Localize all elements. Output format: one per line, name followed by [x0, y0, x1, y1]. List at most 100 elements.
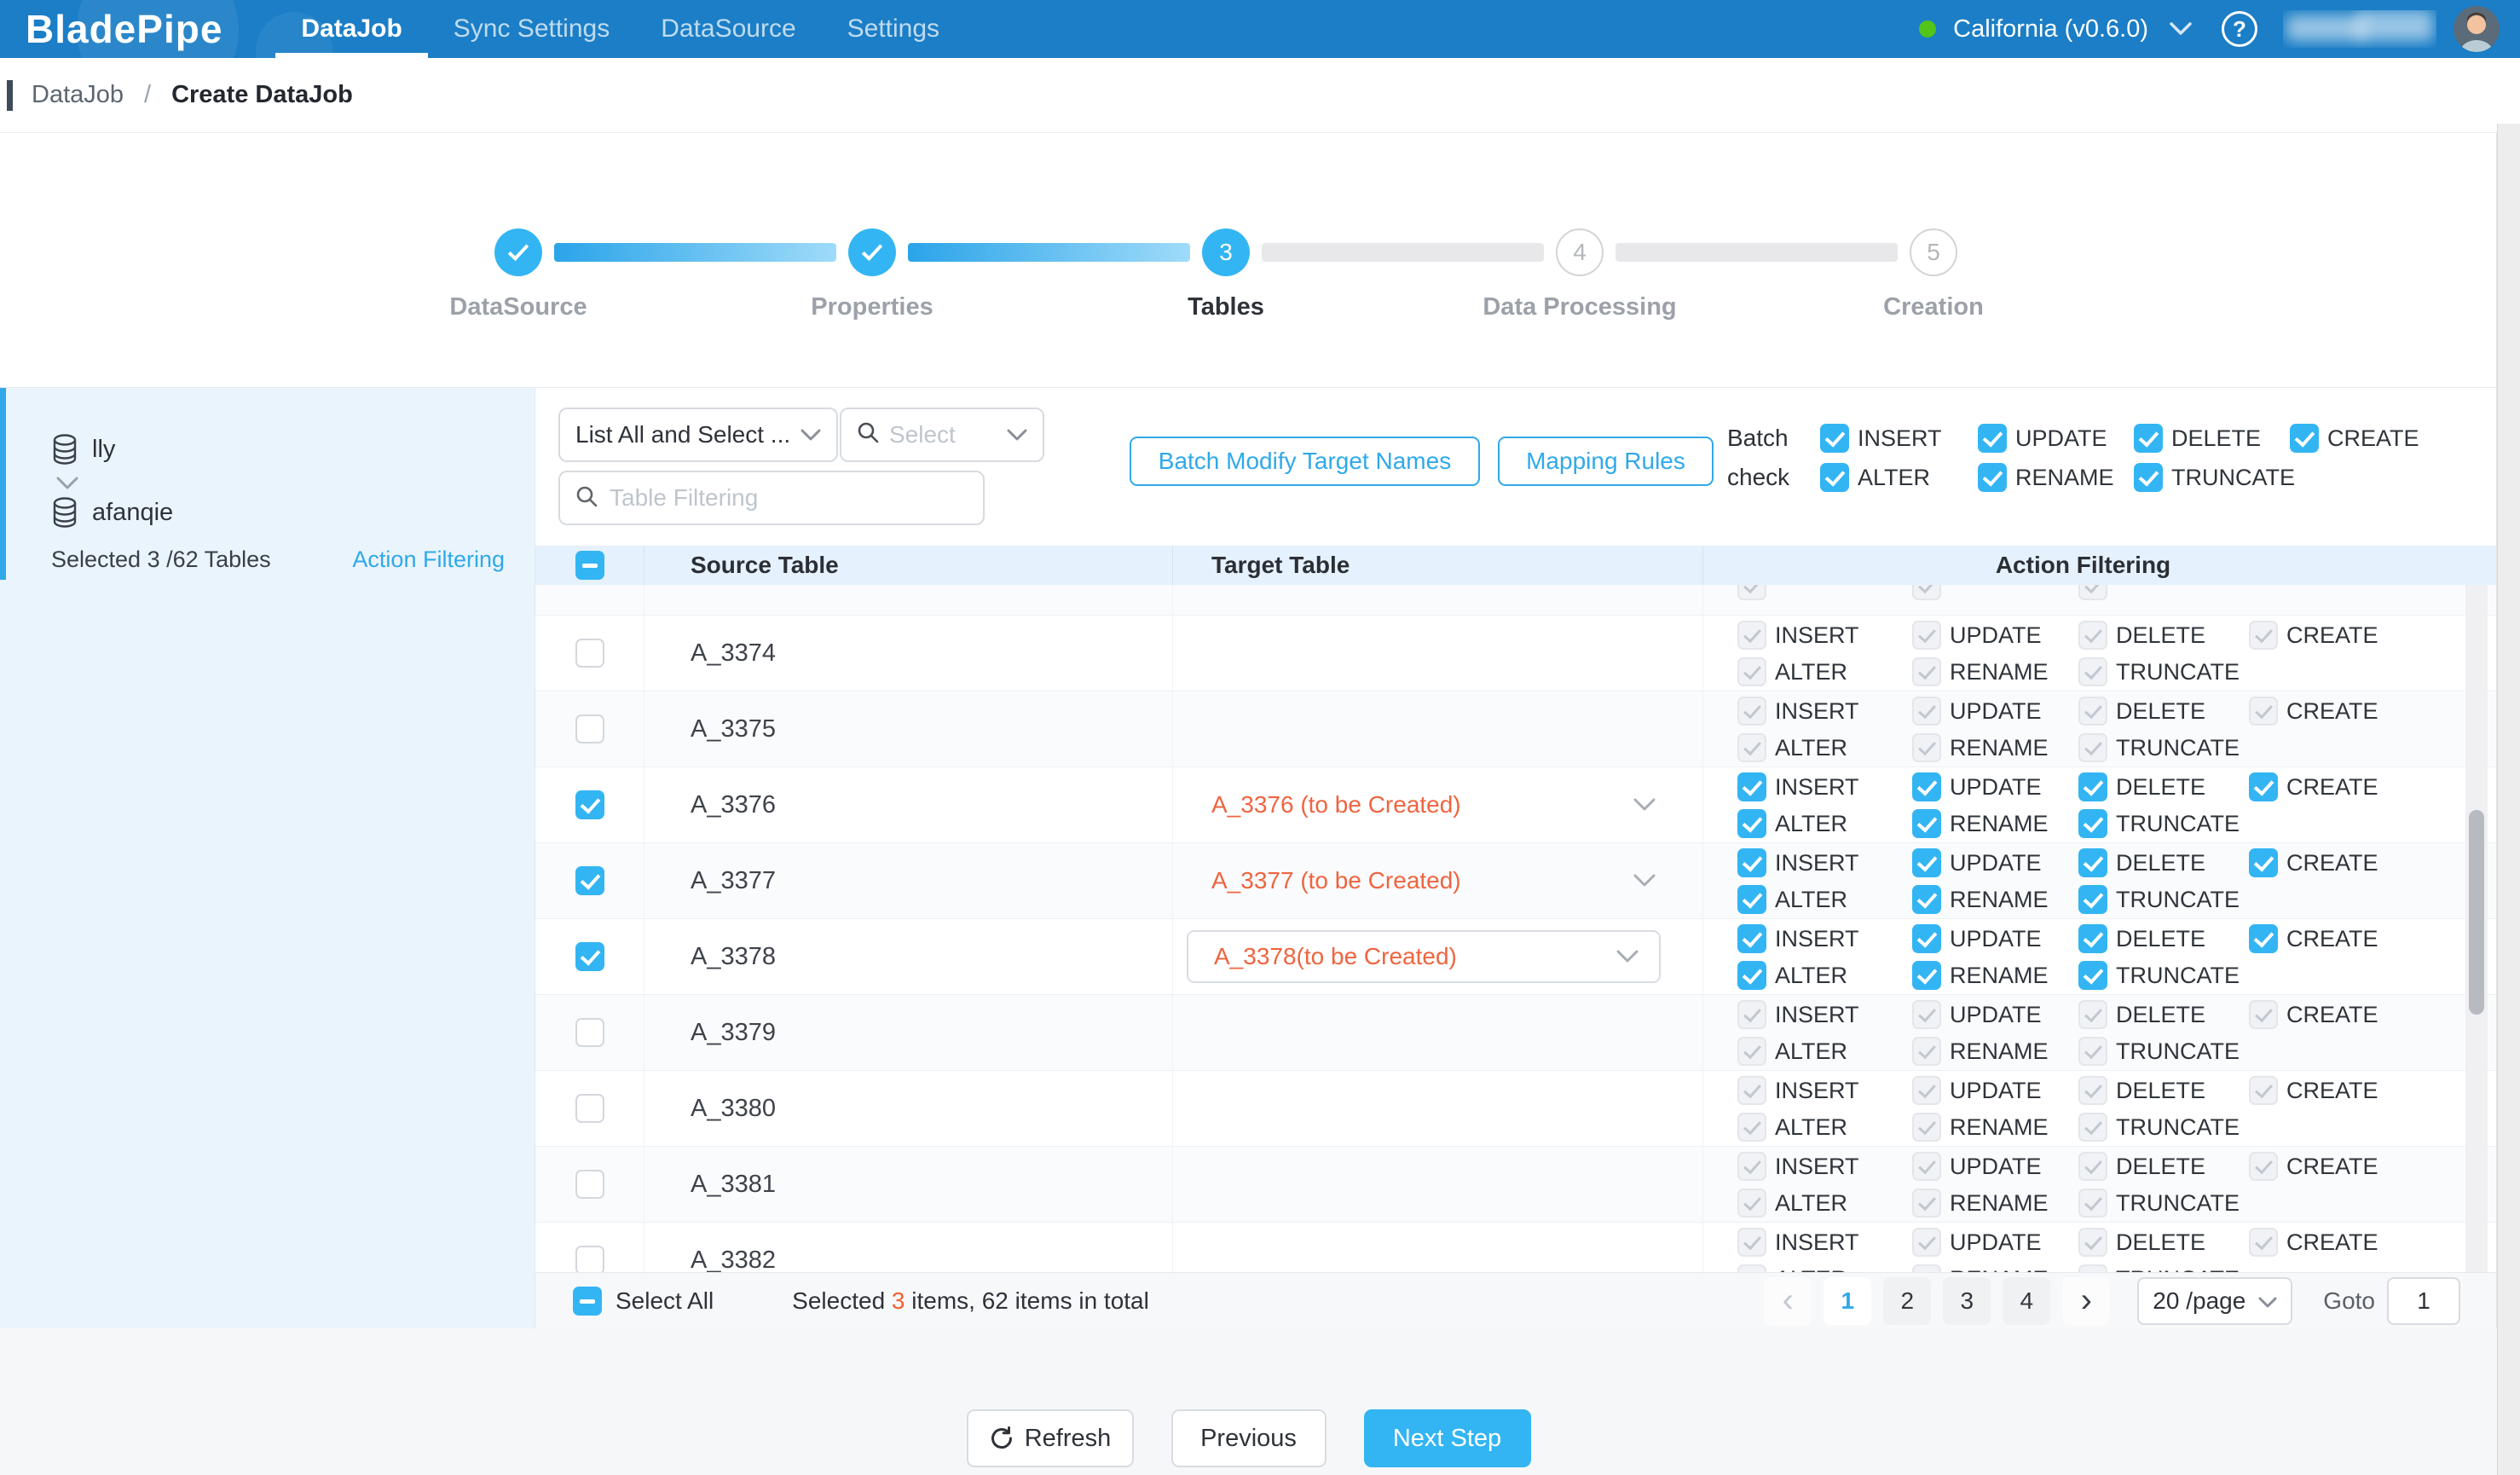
wizard-stepper: DataSourceProperties3Tables4Data Process…: [0, 133, 2496, 387]
action-checkbox-insert[interactable]: [1737, 924, 1766, 953]
action-filtering-link[interactable]: Action Filtering: [352, 547, 505, 573]
nav-item-datasource[interactable]: DataSource: [635, 0, 821, 58]
main-nav: DataJobSync SettingsDataSourceSettings: [275, 0, 965, 58]
action-checkbox-rename[interactable]: [1912, 809, 1941, 838]
avatar[interactable]: [2454, 6, 2500, 52]
action-grid: INSERTUPDATEDELETECREATEALTERRENAMETRUNC…: [1703, 767, 2463, 838]
app: BladePipe DataJobSync SettingsDataSource…: [0, 0, 2520, 1475]
next-page-button[interactable]: ›: [2062, 1277, 2110, 1325]
action-label: TRUNCATE: [2116, 735, 2240, 761]
nav-item-settings[interactable]: Settings: [822, 0, 965, 58]
batch-modify-target-names-button[interactable]: Batch Modify Target Names: [1130, 437, 1480, 486]
row-checkbox[interactable]: [575, 1018, 604, 1047]
action-label: CREATE: [2286, 1002, 2378, 1028]
action-checkbox-create[interactable]: [2290, 424, 2319, 453]
action-checkbox-insert[interactable]: [1737, 772, 1766, 801]
action-checkbox-update[interactable]: [1978, 424, 2007, 453]
action-checkbox-alter[interactable]: [1737, 809, 1766, 838]
table-filter-input[interactable]: [610, 484, 968, 512]
action-checkbox-create[interactable]: [2249, 848, 2278, 877]
row-checkbox[interactable]: [575, 866, 604, 895]
previous-page-button[interactable]: ‹: [1764, 1277, 1812, 1325]
table-header: Source Table Target Table Action Filteri…: [535, 546, 2496, 585]
action-checkbox-truncate[interactable]: [2078, 885, 2107, 914]
action-label: TRUNCATE: [2116, 659, 2240, 685]
sidebar-source-db[interactable]: lly: [51, 432, 505, 466]
page-scrollbar[interactable]: [2497, 124, 2520, 1475]
table-scrollbar-thumb[interactable]: [2469, 810, 2484, 1015]
refresh-button[interactable]: Refresh: [967, 1409, 1134, 1467]
action-checkbox-update[interactable]: [1912, 772, 1941, 801]
target-table-select[interactable]: A_3378(to be Created): [1187, 930, 1661, 983]
step-circle-datasource: [494, 228, 542, 276]
action-checkbox-insert[interactable]: [1737, 848, 1766, 877]
action-checkbox-delete[interactable]: [2134, 424, 2163, 453]
action-checkbox-rename[interactable]: [1912, 961, 1941, 990]
page-button-3[interactable]: 3: [1943, 1277, 1991, 1325]
row-checkbox[interactable]: [575, 1094, 604, 1123]
action-checkbox-rename[interactable]: [1912, 885, 1941, 914]
chevron-down-icon[interactable]: [1633, 874, 1656, 888]
list-mode-select[interactable]: List All and Select ...: [558, 408, 838, 462]
refresh-icon: [989, 1426, 1014, 1451]
nav-item-sync-settings[interactable]: Sync Settings: [428, 0, 635, 58]
row-checkbox[interactable]: [575, 1246, 604, 1272]
row-checkbox[interactable]: [575, 790, 604, 819]
previous-button[interactable]: Previous: [1171, 1409, 1326, 1467]
table-row: A_3381 INSERTUPDATEDELETECREATEALTERRENA…: [535, 1147, 2496, 1223]
action-checkbox-update[interactable]: [1912, 924, 1941, 953]
action-label: TRUNCATE: [2116, 1038, 2240, 1065]
help-icon[interactable]: ?: [2222, 11, 2257, 47]
select-all-checkbox[interactable]: [573, 1287, 602, 1316]
action-label: CREATE: [2286, 926, 2378, 952]
table-scrollbar-track[interactable]: [2465, 585, 2488, 1272]
row-target-cell: A_3378(to be Created): [1173, 919, 1703, 994]
row-target-cell: A_3377 (to be Created): [1173, 843, 1703, 918]
action-checkbox-alter[interactable]: [1737, 961, 1766, 990]
nav-item-datajob[interactable]: DataJob: [275, 0, 427, 58]
action-checkbox-truncate[interactable]: [2078, 961, 2107, 990]
row-source-label: A_3378: [691, 943, 776, 971]
action-checkbox-alter[interactable]: [1820, 463, 1849, 492]
search-icon: [857, 421, 879, 449]
goto-page-input[interactable]: [2387, 1277, 2460, 1325]
action-label: DELETE: [2116, 774, 2205, 801]
action-label: ALTER: [1858, 465, 1930, 491]
chevron-down-icon[interactable]: [1633, 798, 1656, 812]
action-grid: INSERTUPDATEDELETECREATEALTERRENAMETRUNC…: [1703, 1223, 2463, 1272]
step-circle-tables: 3: [1202, 228, 1250, 276]
action-checkbox-delete[interactable]: [2078, 924, 2107, 953]
schema-select[interactable]: Select: [840, 408, 1044, 462]
action-checkbox-truncate[interactable]: [2078, 809, 2107, 838]
page-button-1[interactable]: 1: [1824, 1277, 1871, 1325]
action-checkbox-create[interactable]: [2249, 772, 2278, 801]
chevron-down-icon[interactable]: [2169, 21, 2193, 37]
sidebar-target-db[interactable]: afanqie: [51, 495, 505, 529]
page-size-select[interactable]: 20 /page: [2137, 1277, 2292, 1325]
action-checkbox-insert[interactable]: [1820, 424, 1849, 453]
action-checkbox: [1737, 585, 1766, 600]
row-checkbox[interactable]: [575, 1170, 604, 1199]
breadcrumb-parent[interactable]: DataJob: [32, 81, 124, 109]
row-checkbox[interactable]: [575, 942, 604, 971]
row-checkbox[interactable]: [575, 714, 604, 743]
action-checkbox-rename[interactable]: [1978, 463, 2007, 492]
action-checkbox-delete[interactable]: [2078, 848, 2107, 877]
next-step-button[interactable]: Next Step: [1364, 1409, 1531, 1467]
page-button-4[interactable]: 4: [2003, 1277, 2050, 1325]
page-button-2[interactable]: 2: [1883, 1277, 1931, 1325]
action-checkbox-alter[interactable]: [1737, 885, 1766, 914]
action-checkbox-truncate[interactable]: [2134, 463, 2163, 492]
content-panel: lly afanqie Selected 3 /62 Tables Action…: [0, 388, 2497, 1328]
header-select-all-checkbox[interactable]: [575, 551, 604, 580]
action-checkbox-create[interactable]: [2249, 924, 2278, 953]
action-label: CREATE: [2286, 1154, 2378, 1180]
bottom-bar: Refresh Previous Next Step: [0, 1328, 2497, 1475]
action-label: RENAME: [2015, 465, 2114, 491]
action-checkbox-update[interactable]: [1912, 848, 1941, 877]
action-checkbox-delete: [2078, 621, 2107, 650]
mapping-rules-button[interactable]: Mapping Rules: [1498, 437, 1714, 486]
row-checkbox[interactable]: [575, 639, 604, 668]
action-checkbox-delete[interactable]: [2078, 772, 2107, 801]
selection-count-summary: Selected 3 items, 62 items in total: [792, 1287, 1149, 1315]
